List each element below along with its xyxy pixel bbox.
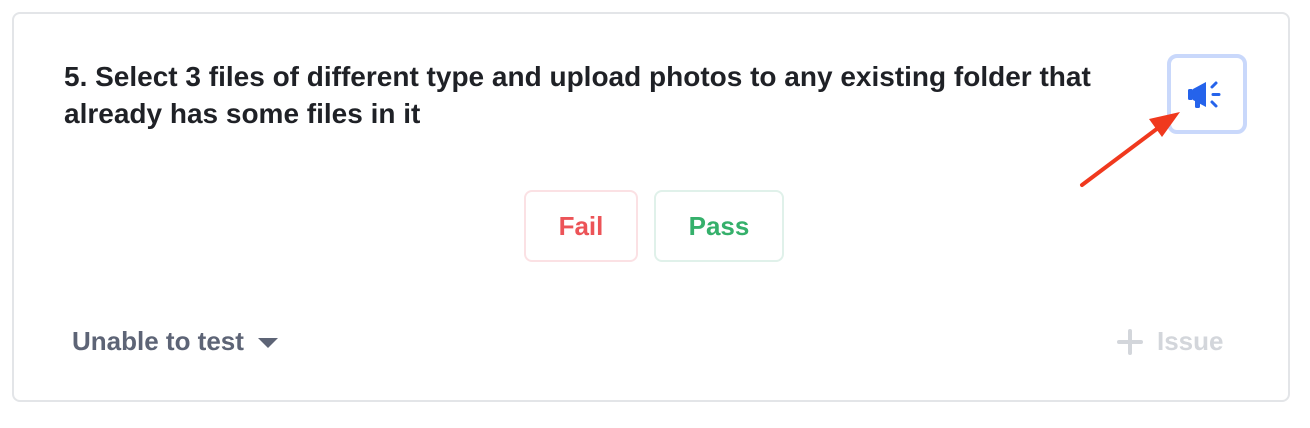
add-issue-label: Issue bbox=[1157, 326, 1224, 356]
fail-button[interactable]: Fail bbox=[524, 190, 638, 262]
add-issue-button[interactable]: Issue bbox=[1117, 326, 1224, 357]
test-case-title: 5. Select 3 files of different type and … bbox=[64, 61, 1091, 129]
status-dropdown[interactable]: Unable to test bbox=[72, 326, 278, 357]
plus-icon bbox=[1117, 328, 1143, 355]
result-buttons: Fail Pass bbox=[524, 190, 784, 262]
megaphone-icon bbox=[1188, 81, 1221, 108]
test-case-card: 5. Select 3 files of different type and … bbox=[12, 12, 1290, 402]
status-dropdown-label: Unable to test bbox=[72, 326, 244, 356]
caret-down-icon bbox=[257, 338, 278, 348]
announce-button[interactable] bbox=[1167, 54, 1247, 134]
pass-button[interactable]: Pass bbox=[654, 190, 784, 262]
